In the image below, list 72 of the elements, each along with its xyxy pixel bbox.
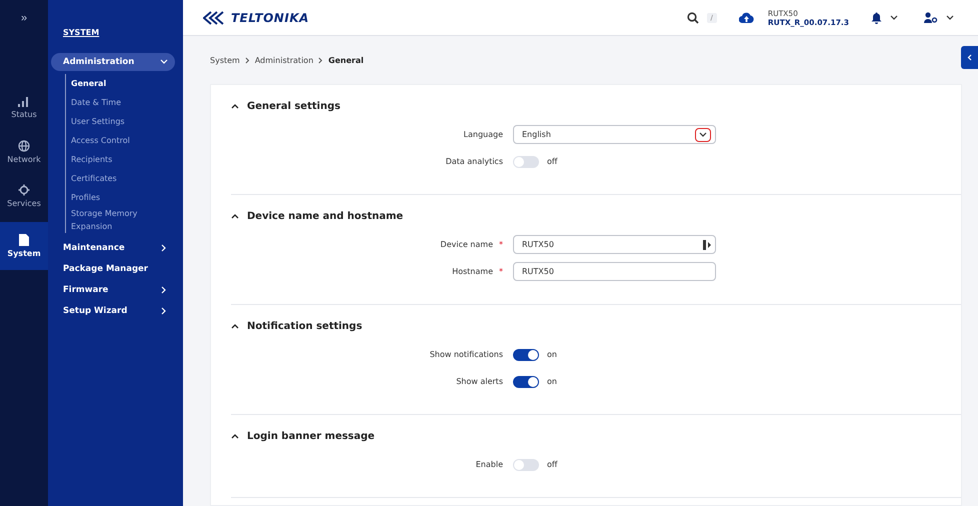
required-mark: * — [499, 240, 503, 249]
toggle-state: off — [547, 157, 558, 166]
field-label: Data analytics — [446, 157, 503, 166]
breadcrumb-item: General — [328, 56, 364, 64]
toggle-switch[interactable] — [513, 376, 539, 388]
field-label: Hostname — [452, 267, 493, 276]
menu-item[interactable]: Package Manager — [51, 258, 175, 279]
submenu-item[interactable]: Profiles — [71, 188, 175, 207]
text-field[interactable]: RUTX50 — [513, 235, 716, 254]
text-field[interactable]: RUTX50 — [513, 262, 716, 281]
toggle-state: on — [547, 350, 557, 359]
logo-text: TELTONIKA — [231, 10, 310, 24]
toggle-switch[interactable] — [513, 156, 539, 168]
rail-item[interactable]: System — [0, 222, 48, 270]
menu-item[interactable]: Setup Wizard — [51, 300, 175, 321]
chevron-icon — [231, 434, 239, 439]
section-header[interactable]: Notification settings — [231, 317, 362, 336]
required-mark: * — [499, 267, 503, 276]
chevron-icon — [699, 132, 707, 137]
section-header[interactable]: Device name and hostname — [231, 207, 404, 226]
document-icon — [19, 234, 29, 246]
submenu-item[interactable]: Certificates — [71, 169, 175, 188]
rail-item[interactable]: Network — [0, 134, 48, 174]
section-title: SYSTEM — [63, 28, 100, 37]
submenu-item[interactable]: Date & Time — [71, 93, 175, 112]
submenu-item[interactable]: General — [71, 74, 175, 93]
gear-icon — [18, 184, 30, 196]
chevron-icon — [161, 286, 167, 294]
rail-item[interactable]: Services — [0, 178, 48, 218]
chevron-icon — [244, 56, 250, 64]
signal-icon — [18, 96, 30, 107]
menu-item[interactable]: Firmware — [51, 279, 175, 300]
chevron-icon[interactable] — [890, 15, 898, 20]
toggle-switch[interactable] — [513, 458, 539, 470]
field-label: Show notifications — [430, 350, 503, 359]
chevron-icon — [161, 306, 167, 314]
breadcrumb-item[interactable]: Administration — [254, 56, 314, 64]
chevron-icon — [318, 56, 324, 64]
chevron-icon[interactable] — [946, 15, 954, 20]
cloud-upload-icon[interactable] — [738, 12, 754, 23]
chevron-icon — [160, 59, 168, 65]
expand-button[interactable]: » — [0, 0, 48, 36]
chevron-icon — [231, 324, 239, 329]
language-dropdown[interactable]: English — [513, 125, 716, 144]
section-header[interactable]: Login banner message — [231, 427, 375, 446]
submenu-item[interactable]: User Settings — [71, 112, 175, 131]
copy-icon[interactable] — [703, 240, 711, 250]
toggle-state: on — [547, 377, 557, 386]
globe-icon — [18, 140, 30, 152]
field-label: Enable — [476, 460, 503, 469]
menu-item[interactable]: Maintenance — [51, 237, 175, 258]
submenu-item[interactable]: Recipients — [71, 150, 175, 169]
collapse-button[interactable] — [961, 46, 978, 69]
menu-item[interactable]: Administration — [51, 53, 175, 71]
field-label: Device name — [440, 240, 493, 249]
field-label: Language — [464, 130, 503, 139]
submenu-item[interactable]: Storage Memory Expansion — [71, 207, 175, 233]
chevron-icon — [161, 244, 167, 252]
user-settings-icon[interactable] — [924, 12, 938, 23]
field-label: Show alerts — [456, 377, 503, 386]
submenu-item[interactable]: Access Control — [71, 131, 175, 150]
chevron-icon — [231, 104, 239, 109]
toggle-switch[interactable] — [513, 348, 539, 360]
rail-item[interactable]: Status — [0, 90, 48, 130]
breadcrumb-item[interactable]: System — [210, 56, 240, 64]
dropdown-button[interactable] — [695, 128, 711, 142]
toggle-state: off — [547, 460, 558, 469]
search-icon[interactable] — [686, 12, 699, 24]
chevron-icon — [231, 214, 239, 219]
bell-icon[interactable] — [871, 12, 882, 24]
section-header[interactable]: General settings — [231, 97, 340, 116]
chevron-icon — [967, 54, 972, 61]
